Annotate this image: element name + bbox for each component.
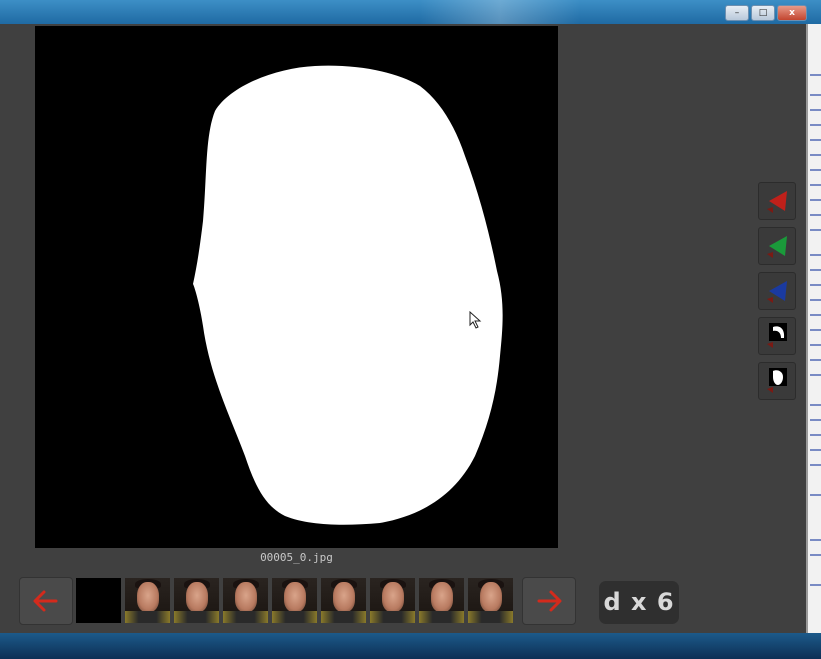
right-arrow-icon (537, 590, 562, 612)
thumbnail-frame[interactable] (272, 578, 317, 623)
left-arrow-icon (33, 590, 58, 612)
mask-edge-icon (767, 323, 787, 348)
thumbnail-strip (76, 578, 513, 624)
thumbnail-frame[interactable] (174, 578, 219, 623)
minimize-button[interactable]: – (725, 5, 749, 21)
app-window: 00005_0.jpg d x 6 (0, 24, 806, 633)
mouse-cursor-icon (469, 311, 482, 329)
mask-shape (193, 65, 503, 525)
scale-badge: d x 6 (599, 581, 679, 624)
thumbnail-frame[interactable] (370, 578, 415, 623)
green-cone-icon (767, 236, 787, 258)
mask-fill-button[interactable] (758, 362, 796, 400)
background-window-edge (806, 24, 821, 633)
thumbnail-frame[interactable] (419, 578, 464, 623)
previous-frame-button[interactable] (19, 577, 73, 625)
blue-channel-button[interactable] (758, 272, 796, 310)
blue-cone-icon (767, 281, 787, 303)
thumbnail-frame[interactable] (125, 578, 170, 623)
red-channel-button[interactable] (758, 182, 796, 220)
thumbnail-mask[interactable] (76, 578, 121, 623)
tool-palette (758, 182, 796, 407)
thumbnail-frame[interactable] (223, 578, 268, 623)
close-button[interactable]: x (777, 5, 807, 21)
window-controls: – □ x (725, 5, 807, 21)
thumbnail-frame[interactable] (321, 578, 366, 623)
taskbar (0, 633, 821, 659)
title-bar-glow (420, 0, 580, 24)
mask-shape-icon (767, 368, 787, 393)
thumbnail-frame[interactable] (468, 578, 513, 623)
red-cone-icon (767, 191, 787, 213)
filename-label: 00005_0.jpg (260, 551, 333, 564)
face-mask-region (193, 65, 503, 525)
maximize-button[interactable]: □ (751, 5, 775, 21)
mask-edit-button[interactable] (758, 317, 796, 355)
window-title-bar[interactable]: – □ x (0, 0, 821, 24)
next-frame-button[interactable] (522, 577, 576, 625)
green-channel-button[interactable] (758, 227, 796, 265)
mask-canvas[interactable] (35, 26, 558, 548)
